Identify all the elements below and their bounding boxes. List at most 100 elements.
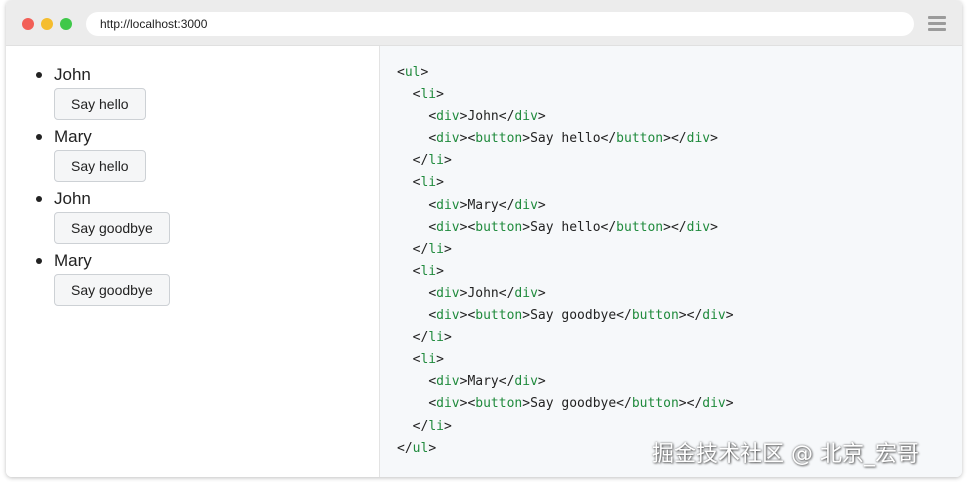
code-text: <: [428, 374, 437, 390]
code-text: <: [428, 396, 437, 412]
code-line: </li>: [397, 416, 734, 438]
zoom-dot-icon[interactable]: [60, 18, 72, 30]
code-text: <: [397, 65, 405, 80]
code-text: >Mary</: [459, 197, 515, 213]
code-tag-name: li: [428, 153, 444, 169]
code-text: </: [397, 440, 413, 456]
code-tag-name: div: [514, 197, 538, 213]
code-text: >: [537, 285, 546, 301]
code-tag-name: button: [631, 396, 679, 412]
say-goodbye-button[interactable]: Say goodbye: [54, 274, 170, 306]
list-item: John Say goodbye: [34, 188, 170, 250]
code-text: <: [428, 131, 437, 147]
say-hello-button[interactable]: Say hello: [54, 88, 146, 120]
code-tag-name: button: [616, 219, 664, 235]
bullet-icon: [36, 258, 42, 264]
code-tag-name: div: [436, 109, 460, 125]
code-text: >: [436, 263, 444, 279]
list-item-name: Mary: [54, 251, 92, 270]
code-tag-name: div: [686, 219, 711, 235]
code-text: <: [428, 285, 437, 301]
list-item-name: John: [54, 189, 91, 208]
code-text: >: [436, 175, 444, 191]
address-bar[interactable]: http://localhost:3000: [86, 12, 914, 36]
code-text: >: [725, 308, 734, 324]
browser-titlebar: http://localhost:3000: [6, 0, 962, 46]
code-text: >: [436, 352, 444, 368]
code-tag-name: li: [420, 175, 437, 191]
code-line: <div><button>Say hello</button></div>: [397, 217, 734, 239]
code-tag-name: button: [475, 131, 523, 147]
code-tag-name: div: [436, 374, 460, 390]
code-text: <: [428, 109, 437, 125]
code-text: >: [537, 374, 546, 390]
code-tag-name: li: [420, 87, 437, 103]
code-tag-name: div: [686, 131, 711, 147]
code-text: >: [725, 396, 734, 412]
code-text: >: [443, 241, 452, 257]
code-tag-name: div: [514, 109, 538, 125]
code-text: >: [537, 197, 546, 213]
say-hello-button[interactable]: Say hello: [54, 150, 146, 182]
code-text: >Say hello</: [522, 131, 617, 147]
hamburger-menu-icon[interactable]: [928, 16, 946, 31]
code-text: >: [428, 440, 437, 456]
code-tag-name: div: [436, 308, 460, 324]
code-line: <div>Mary</div>: [397, 371, 734, 393]
code-text: <: [428, 219, 437, 235]
code-tag-name: button: [475, 308, 523, 324]
code-text: >John</: [459, 285, 515, 301]
code-tag-name: ul: [404, 65, 421, 80]
code-text: >: [420, 65, 429, 80]
code-line: <li>: [397, 349, 734, 371]
code-text: >: [710, 131, 718, 147]
code-line: <li>: [397, 84, 734, 106]
code-text: </: [412, 153, 429, 169]
code-tag-name: div: [702, 308, 726, 324]
code-text: >: [443, 330, 452, 346]
bullet-icon: [36, 72, 42, 78]
code-text: ><: [459, 308, 476, 324]
code-text: >Say hello</: [522, 219, 617, 235]
say-goodbye-button[interactable]: Say goodbye: [54, 212, 170, 244]
bullet-icon: [36, 134, 42, 140]
code-tag-name: li: [428, 330, 444, 346]
code-tag-name: div: [436, 285, 460, 301]
code-text: >Say goodbye</: [522, 396, 632, 412]
list-item-name: John: [54, 65, 91, 84]
bullet-icon: [36, 196, 42, 202]
code-text: <: [428, 197, 437, 213]
code-tag-name: div: [436, 131, 460, 147]
browser-window: http://localhost:3000 John Say hello Mar…: [6, 0, 962, 477]
code-line: <div>John</div>: [397, 106, 734, 128]
code-line: <div><button>Say goodbye</button></div>: [397, 393, 734, 415]
code-text: ></: [663, 219, 687, 235]
code-tag-name: li: [428, 418, 444, 434]
minimize-dot-icon[interactable]: [41, 18, 53, 30]
code-text: </: [412, 241, 429, 257]
code-line: <li>: [397, 172, 734, 194]
code-text: ></: [678, 308, 703, 324]
code-tag-name: div: [514, 374, 538, 390]
code-line: <div><button>Say goodbye</button></div>: [397, 305, 734, 327]
code-line: </li>: [397, 327, 734, 349]
code-tag-name: button: [616, 131, 664, 147]
code-tag-name: li: [420, 263, 437, 279]
code-text: >: [710, 219, 718, 235]
code-line: <div><button>Say hello</button></div>: [397, 128, 734, 150]
list-item: John Say hello: [34, 64, 170, 126]
code-tag-name: div: [702, 396, 726, 412]
watermark: 掘金技术社区 @ 北京_宏哥: [652, 442, 919, 467]
code-text: >Mary</: [459, 374, 515, 390]
code-line: </li>: [397, 150, 734, 172]
rendered-list: John Say hello Mary Say hello John Say g…: [34, 64, 170, 312]
close-dot-icon[interactable]: [22, 18, 34, 30]
code-text: >John</: [459, 109, 515, 125]
code-line: <li>: [397, 261, 734, 283]
html-source-code: <ul> <li> <div>John</div> <div><button>S…: [397, 62, 734, 460]
code-text: ><: [459, 219, 476, 235]
code-text: >: [436, 87, 444, 103]
code-text: ><: [459, 396, 476, 412]
code-tag-name: li: [428, 241, 444, 257]
code-tag-name: button: [475, 396, 523, 412]
